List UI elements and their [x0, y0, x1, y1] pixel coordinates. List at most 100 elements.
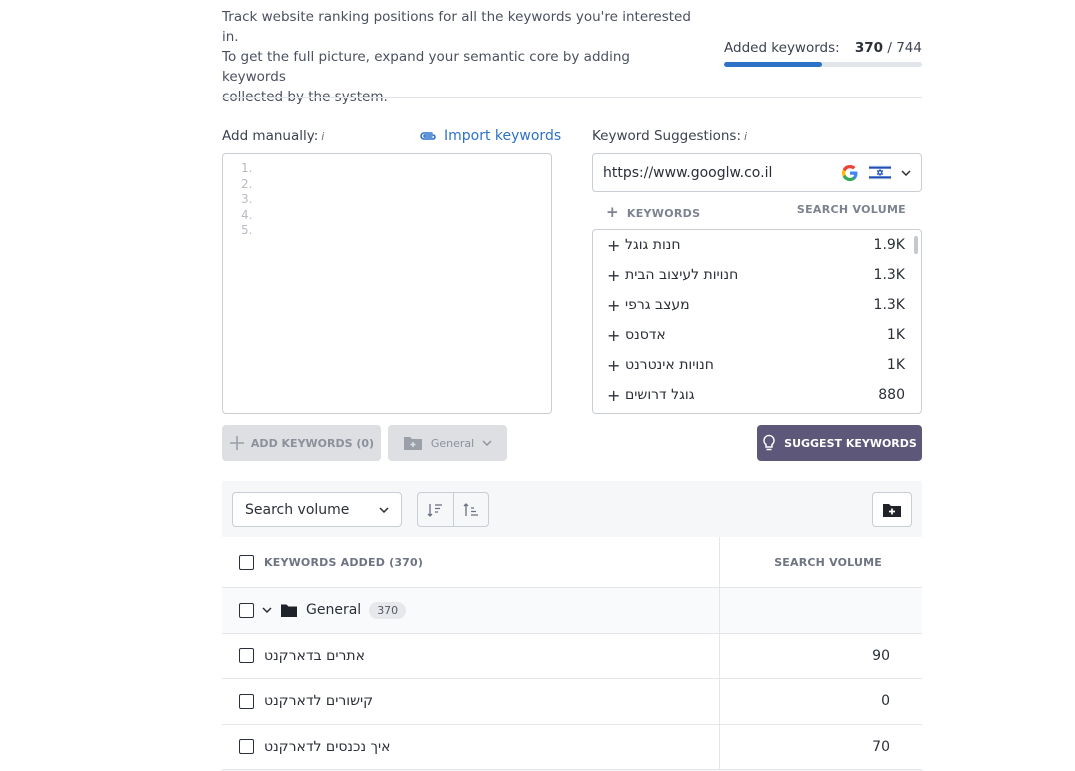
group-row[interactable]: General 370	[222, 588, 922, 634]
progress-fill	[724, 62, 823, 67]
sort-select[interactable]: Search volume	[232, 492, 402, 527]
manual-keywords-textarea[interactable]: 1. 2. 3. 4. 5.	[222, 153, 552, 414]
added-keywords-count: 370 / 744	[854, 40, 922, 56]
suggestions-list[interactable]: + חנות גוגל 1.9K + חנויות לעיצוב הבית 1.…	[592, 229, 922, 414]
chevron-down-icon[interactable]	[262, 607, 272, 614]
plus-icon[interactable]: +	[607, 236, 625, 255]
row-keyword: איך נכנסים לדארקנט	[264, 738, 391, 755]
select-all-checkbox[interactable]	[239, 554, 254, 570]
add-manually-label: Add manually: i	[222, 128, 325, 144]
plus-icon	[229, 436, 244, 450]
suggestion-url-value: https://www.googlw.co.il	[603, 164, 773, 181]
suggestion-keyword: חנויות לעיצוב הבית	[625, 267, 739, 283]
line-number: 4.	[241, 207, 253, 222]
info-icon[interactable]: i	[744, 130, 747, 143]
sort-desc-icon	[427, 503, 443, 517]
sort-select-value: Search volume	[245, 501, 350, 518]
plus-icon[interactable]: +	[607, 386, 625, 405]
line-number: 3.	[241, 192, 253, 206]
line-number: 1.	[241, 161, 253, 175]
suggestion-volume: 1.3K	[873, 297, 905, 313]
suggestion-keyword: חנויות אינטרנט	[625, 357, 714, 373]
line-number: 5.	[241, 223, 253, 237]
table-row[interactable]: איך נכנסים לדארקנט 70	[222, 724, 922, 770]
row-keyword: אתרים בדארקנט	[264, 647, 365, 664]
info-icon[interactable]: i	[321, 130, 324, 143]
chevron-down-icon	[379, 506, 389, 513]
group-count-badge: 370	[369, 601, 407, 619]
suggestions-col-volume[interactable]: SEARCH VOLUME	[797, 203, 906, 221]
suggestion-volume: 1K	[886, 327, 905, 343]
suggest-keywords-button[interactable]: SUGGEST KEYWORDS	[757, 425, 922, 461]
table-row[interactable]: קישורים לדארקנט 0	[222, 679, 922, 725]
folder-icon	[281, 604, 297, 617]
added-keywords-label: Added keywords:	[724, 40, 840, 56]
sort-desc-button[interactable]	[418, 493, 453, 526]
suggest-keywords-label: SUGGEST KEYWORDS	[784, 436, 917, 450]
paperclip-icon	[420, 132, 436, 140]
group-checkbox[interactable]	[239, 602, 254, 618]
plus-icon[interactable]: +	[607, 296, 625, 315]
col-keywords-added[interactable]: KEYWORDS ADDED (370)	[264, 556, 423, 569]
plus-icon[interactable]: +	[607, 266, 625, 285]
row-checkbox[interactable]	[239, 693, 254, 709]
row-checkbox[interactable]	[239, 739, 254, 755]
keyword-suggestions-label: Keyword Suggestions: i	[592, 128, 748, 144]
lightbulb-icon	[763, 434, 775, 451]
import-keywords-link[interactable]: Import keywords	[418, 128, 561, 144]
row-keyword: קישורים לדארקנט	[264, 693, 374, 710]
sort-direction-group	[417, 492, 489, 527]
google-icon	[842, 164, 858, 181]
row-checkbox[interactable]	[239, 648, 254, 664]
group-select-label: General	[430, 436, 475, 450]
table-header: KEYWORDS ADDED (370) SEARCH VOLUME	[222, 537, 922, 588]
keywords-table: KEYWORDS ADDED (370) SEARCH VOLUME Gener…	[222, 537, 922, 770]
suggestion-row[interactable]: + גוגל דרושים 880	[593, 380, 921, 410]
row-volume: 70	[872, 738, 890, 755]
table-row[interactable]: אתרים בדארקנט 90	[222, 633, 922, 679]
add-keywords-label: ADD KEYWORDS (0)	[250, 436, 375, 450]
plus-icon[interactable]: +	[607, 326, 625, 345]
suggestion-url-input[interactable]: https://www.googlw.co.il	[592, 153, 922, 192]
chevron-down-icon[interactable]	[901, 169, 911, 176]
line-number: 2.	[241, 176, 253, 191]
suggestions-header: + KEYWORDS SEARCH VOLUME	[606, 203, 906, 221]
import-keywords-label: Import keywords	[444, 128, 562, 144]
suggestion-volume: 1.3K	[873, 267, 905, 283]
suggestion-row[interactable]: + חנות גוגל 1.9K	[593, 230, 921, 260]
intro-line-2: To get the full picture, expand your sem…	[222, 49, 630, 85]
suggestion-volume: 1.9K	[873, 237, 905, 253]
add-keywords-button[interactable]: ADD KEYWORDS (0)	[222, 425, 381, 461]
sort-asc-button[interactable]	[452, 493, 489, 526]
suggestion-keyword: חנות גוגל	[625, 237, 681, 253]
suggestion-keyword: אדסנס	[625, 327, 666, 343]
suggestion-row[interactable]: + מעצב גרפי 1.3K	[593, 290, 921, 320]
scrollbar-thumb[interactable]	[914, 236, 918, 254]
row-volume: 0	[881, 693, 890, 710]
israel-flag-icon	[869, 165, 891, 180]
added-keywords-counter: Added keywords: 370 / 744	[724, 40, 922, 67]
chevron-down-icon	[482, 440, 492, 446]
sort-asc-icon	[463, 502, 478, 516]
group-select-button[interactable]: General	[388, 425, 507, 461]
new-group-button[interactable]	[872, 492, 912, 527]
row-volume: 90	[872, 647, 890, 664]
suggestion-row[interactable]: + אדסנס 1K	[593, 320, 921, 350]
suggestion-volume: 1K	[886, 357, 905, 373]
intro-text: Track website ranking positions for all …	[222, 7, 692, 107]
suggestion-row[interactable]: + חנויות לעיצוב הבית 1.3K	[593, 260, 921, 290]
plus-icon[interactable]: +	[606, 203, 619, 221]
suggestion-keyword: גוגל דרושים	[625, 387, 695, 403]
group-name: General	[306, 602, 362, 619]
folder-plus-icon	[403, 437, 422, 450]
suggestion-row[interactable]: + חנויות אינטרנט 1K	[593, 350, 921, 380]
suggestion-keyword: מעצב גרפי	[625, 297, 690, 313]
col-search-volume[interactable]: SEARCH VOLUME	[774, 556, 882, 569]
suggestion-volume: 880	[878, 387, 905, 403]
section-divider	[222, 97, 922, 98]
folder-plus-icon	[883, 503, 901, 517]
suggestions-col-keywords: + KEYWORDS	[606, 203, 701, 221]
plus-icon[interactable]: +	[607, 356, 625, 375]
added-keywords-progress	[724, 62, 922, 67]
intro-line-1: Track website ranking positions for all …	[222, 9, 691, 45]
